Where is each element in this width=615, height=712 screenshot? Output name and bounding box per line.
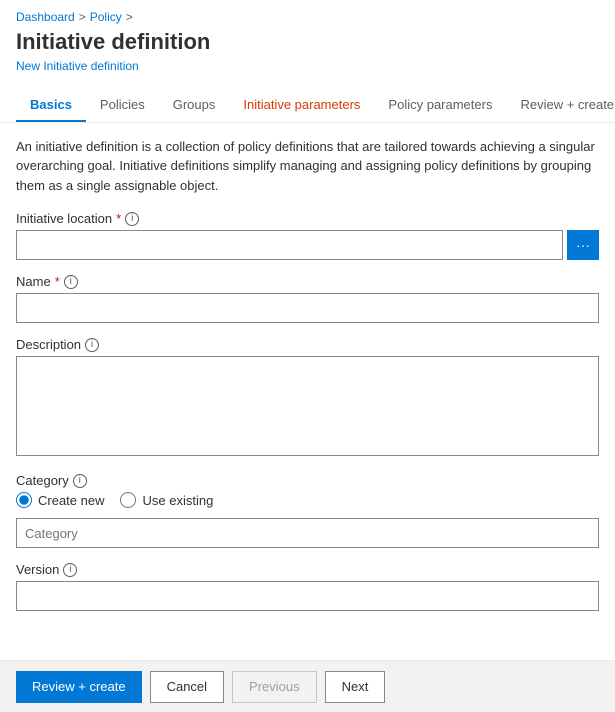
category-use-existing-input[interactable] xyxy=(120,492,136,508)
description-label: Description i xyxy=(16,337,599,352)
initiative-location-label: Initiative location * i xyxy=(16,211,599,226)
next-button[interactable]: Next xyxy=(325,671,386,703)
description-input[interactable] xyxy=(16,356,599,456)
cancel-button[interactable]: Cancel xyxy=(150,671,224,703)
category-create-new-input[interactable] xyxy=(16,492,32,508)
category-label: Category i xyxy=(16,473,599,488)
tabs-bar: Basics Policies Groups Initiative parame… xyxy=(0,89,615,123)
breadcrumb: Dashboard > Policy > xyxy=(0,0,615,28)
description-text: An initiative definition is a collection… xyxy=(16,137,599,196)
breadcrumb-policy[interactable]: Policy xyxy=(90,10,122,24)
page-title: Initiative definition xyxy=(16,28,599,57)
breadcrumb-sep-1: > xyxy=(79,10,86,24)
page-subtitle: New Initiative definition xyxy=(16,59,599,73)
review-create-button[interactable]: Review + create xyxy=(16,671,142,703)
initiative-location-input-row: ··· xyxy=(16,230,599,260)
page-wrapper: Dashboard > Policy > Initiative definiti… xyxy=(0,0,615,712)
name-group: Name * i xyxy=(16,274,599,323)
version-label: Version i xyxy=(16,562,599,577)
name-info-icon[interactable]: i xyxy=(64,275,78,289)
tab-review-create[interactable]: Review + create xyxy=(506,89,615,122)
footer-bar: Review + create Cancel Previous Next xyxy=(0,660,615,712)
initiative-location-info-icon[interactable]: i xyxy=(125,212,139,226)
description-info-icon[interactable]: i xyxy=(85,338,99,352)
category-group: Category i Create new Use existing xyxy=(16,473,599,548)
tab-policies[interactable]: Policies xyxy=(86,89,159,122)
page-header: Initiative definition New Initiative def… xyxy=(0,28,615,77)
version-group: Version i xyxy=(16,562,599,611)
initiative-location-group: Initiative location * i ··· xyxy=(16,211,599,260)
tab-initiative-parameters[interactable]: Initiative parameters xyxy=(229,89,374,122)
breadcrumb-sep-2: > xyxy=(126,10,133,24)
category-info-icon[interactable]: i xyxy=(73,474,87,488)
initiative-location-required: * xyxy=(116,211,121,226)
description-group: Description i xyxy=(16,337,599,459)
initiative-location-input[interactable] xyxy=(16,230,563,260)
name-input[interactable] xyxy=(16,293,599,323)
content-area: An initiative definition is a collection… xyxy=(0,123,615,640)
tab-policy-parameters[interactable]: Policy parameters xyxy=(374,89,506,122)
name-label: Name * i xyxy=(16,274,599,289)
previous-button: Previous xyxy=(232,671,317,703)
tab-basics[interactable]: Basics xyxy=(16,89,86,122)
category-use-existing-radio[interactable]: Use existing xyxy=(120,492,213,508)
version-info-icon[interactable]: i xyxy=(63,563,77,577)
category-create-new-radio[interactable]: Create new xyxy=(16,492,104,508)
breadcrumb-dashboard[interactable]: Dashboard xyxy=(16,10,75,24)
initiative-location-browse-button[interactable]: ··· xyxy=(567,230,599,260)
category-input[interactable] xyxy=(16,518,599,548)
tab-groups[interactable]: Groups xyxy=(159,89,230,122)
name-required: * xyxy=(55,274,60,289)
category-radio-group: Create new Use existing xyxy=(16,492,599,508)
version-input[interactable] xyxy=(16,581,599,611)
